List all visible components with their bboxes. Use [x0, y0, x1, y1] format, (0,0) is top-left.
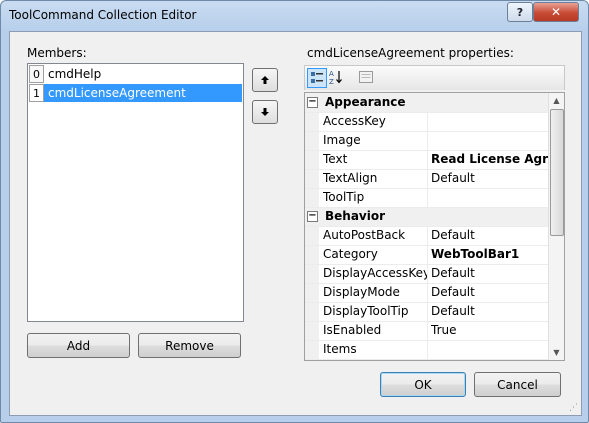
cancel-button[interactable]: Cancel	[474, 372, 561, 397]
property-row[interactable]: TextAlign Default	[305, 169, 549, 189]
row-gutter	[305, 283, 319, 302]
property-value[interactable]: True	[431, 321, 549, 340]
property-row[interactable]: ToolTip	[305, 188, 549, 208]
property-value[interactable]: Default	[431, 169, 549, 188]
property-value[interactable]	[431, 188, 549, 207]
row-gutter	[305, 245, 319, 264]
row-gutter	[305, 321, 319, 340]
property-value[interactable]	[431, 112, 549, 131]
arrow-up-icon	[261, 76, 269, 84]
property-name: Image	[323, 131, 428, 150]
row-gutter: −	[305, 93, 319, 112]
collapse-icon[interactable]: −	[307, 211, 318, 222]
property-name: Items	[323, 340, 428, 359]
property-value[interactable]: Default	[431, 283, 549, 302]
property-pages-icon[interactable]	[357, 68, 375, 86]
property-name: DisplayAccessKeyO	[323, 264, 428, 283]
remove-button[interactable]: Remove	[138, 333, 241, 358]
resize-grip-icon[interactable]: ⋰	[569, 403, 579, 413]
scroll-up-icon[interactable]: ▲	[549, 93, 564, 108]
property-value[interactable]	[431, 131, 549, 150]
property-row[interactable]: AutoPostBack Default	[305, 226, 549, 246]
row-gutter	[305, 302, 319, 321]
category-behavior[interactable]: − Behavior	[305, 207, 549, 227]
property-name: ToolTip	[323, 188, 428, 207]
add-button[interactable]: Add	[27, 333, 130, 358]
property-value[interactable]	[431, 340, 549, 359]
category-appearance[interactable]: − Appearance	[305, 93, 549, 113]
row-gutter	[305, 264, 319, 283]
window-title: ToolCommand Collection Editor	[9, 8, 197, 22]
scroll-thumb[interactable]	[550, 109, 564, 236]
row-gutter	[305, 188, 319, 207]
help-button[interactable]: ?	[507, 2, 533, 22]
row-gutter	[305, 131, 319, 150]
property-name: AutoPostBack	[323, 226, 428, 245]
list-item[interactable]: 0 cmdHelp	[29, 65, 242, 83]
arrow-down-icon	[261, 108, 269, 116]
property-grid-scrollbar[interactable]: ▲ ▼	[548, 93, 564, 360]
property-value[interactable]: Default	[431, 226, 549, 245]
svg-text:Z: Z	[329, 78, 334, 85]
property-name: DisplayMode	[323, 283, 428, 302]
ok-button[interactable]: OK	[380, 372, 466, 397]
row-gutter	[305, 226, 319, 245]
collapse-icon[interactable]: −	[307, 97, 318, 108]
row-gutter	[305, 150, 319, 169]
members-list[interactable]: 0 cmdHelp 1 cmdLicenseAgreement	[27, 63, 244, 322]
property-value[interactable]: Default	[431, 302, 549, 321]
dialog-client: Members: 0 cmdHelp 1 cmdLicenseAgreement Ad…	[9, 31, 582, 416]
property-name: TextAlign	[323, 169, 428, 188]
row-gutter: −	[305, 207, 319, 226]
property-row[interactable]: Image	[305, 131, 549, 151]
list-item[interactable]: 1 cmdLicenseAgreement	[29, 84, 242, 102]
property-value[interactable]: WebToolBar1	[431, 245, 549, 264]
property-name: Category	[323, 245, 428, 264]
property-name: DisplayToolTip	[323, 302, 428, 321]
move-down-button[interactable]	[252, 100, 278, 124]
row-gutter	[305, 340, 319, 359]
property-value[interactable]: Read License Agreem	[431, 150, 549, 169]
categorized-icon[interactable]	[307, 68, 327, 88]
row-gutter	[305, 169, 319, 188]
close-button[interactable]: ✕	[533, 2, 579, 22]
property-row[interactable]: DisplayMode Default	[305, 283, 549, 303]
property-name: Text	[323, 150, 428, 169]
property-row[interactable]: IsEnabled True	[305, 321, 549, 341]
list-item-label: cmdHelp	[48, 67, 102, 81]
category-label: Behavior	[325, 209, 386, 223]
list-item-label: cmdLicenseAgreement	[48, 86, 186, 100]
members-label: Members:	[27, 46, 87, 60]
property-row[interactable]: DisplayToolTip Default	[305, 302, 549, 322]
scroll-down-icon[interactable]: ▼	[549, 345, 564, 360]
property-row[interactable]: TextRead License Agreem	[305, 150, 549, 170]
property-row[interactable]: DisplayAccessKeyO Default	[305, 264, 549, 284]
property-row[interactable]: Items	[305, 340, 549, 360]
property-row[interactable]: AccessKey	[305, 112, 549, 132]
row-gutter	[305, 112, 319, 131]
property-name: IsEnabled	[323, 321, 428, 340]
title-bar: ToolCommand Collection Editor ? ✕	[1, 1, 588, 31]
alphabetical-icon[interactable]: AZ	[327, 68, 345, 86]
category-label: Appearance	[325, 95, 406, 109]
property-value[interactable]: Default	[431, 264, 549, 283]
list-item-index: 1	[29, 84, 44, 102]
dialog-window: ToolCommand Collection Editor ? ✕ Member…	[0, 0, 589, 423]
properties-label: cmdLicenseAgreement properties:	[307, 46, 514, 60]
property-grid[interactable]: Items IsEnabled True DisplayToolTip Default D…	[304, 92, 565, 361]
property-grid-toolbar: AZ	[304, 65, 565, 90]
property-row[interactable]: Category WebToolBar1	[305, 245, 549, 265]
property-name: AccessKey	[323, 112, 428, 131]
list-item-index: 0	[29, 65, 44, 83]
svg-text:A: A	[329, 70, 334, 78]
move-up-button[interactable]	[252, 68, 278, 92]
